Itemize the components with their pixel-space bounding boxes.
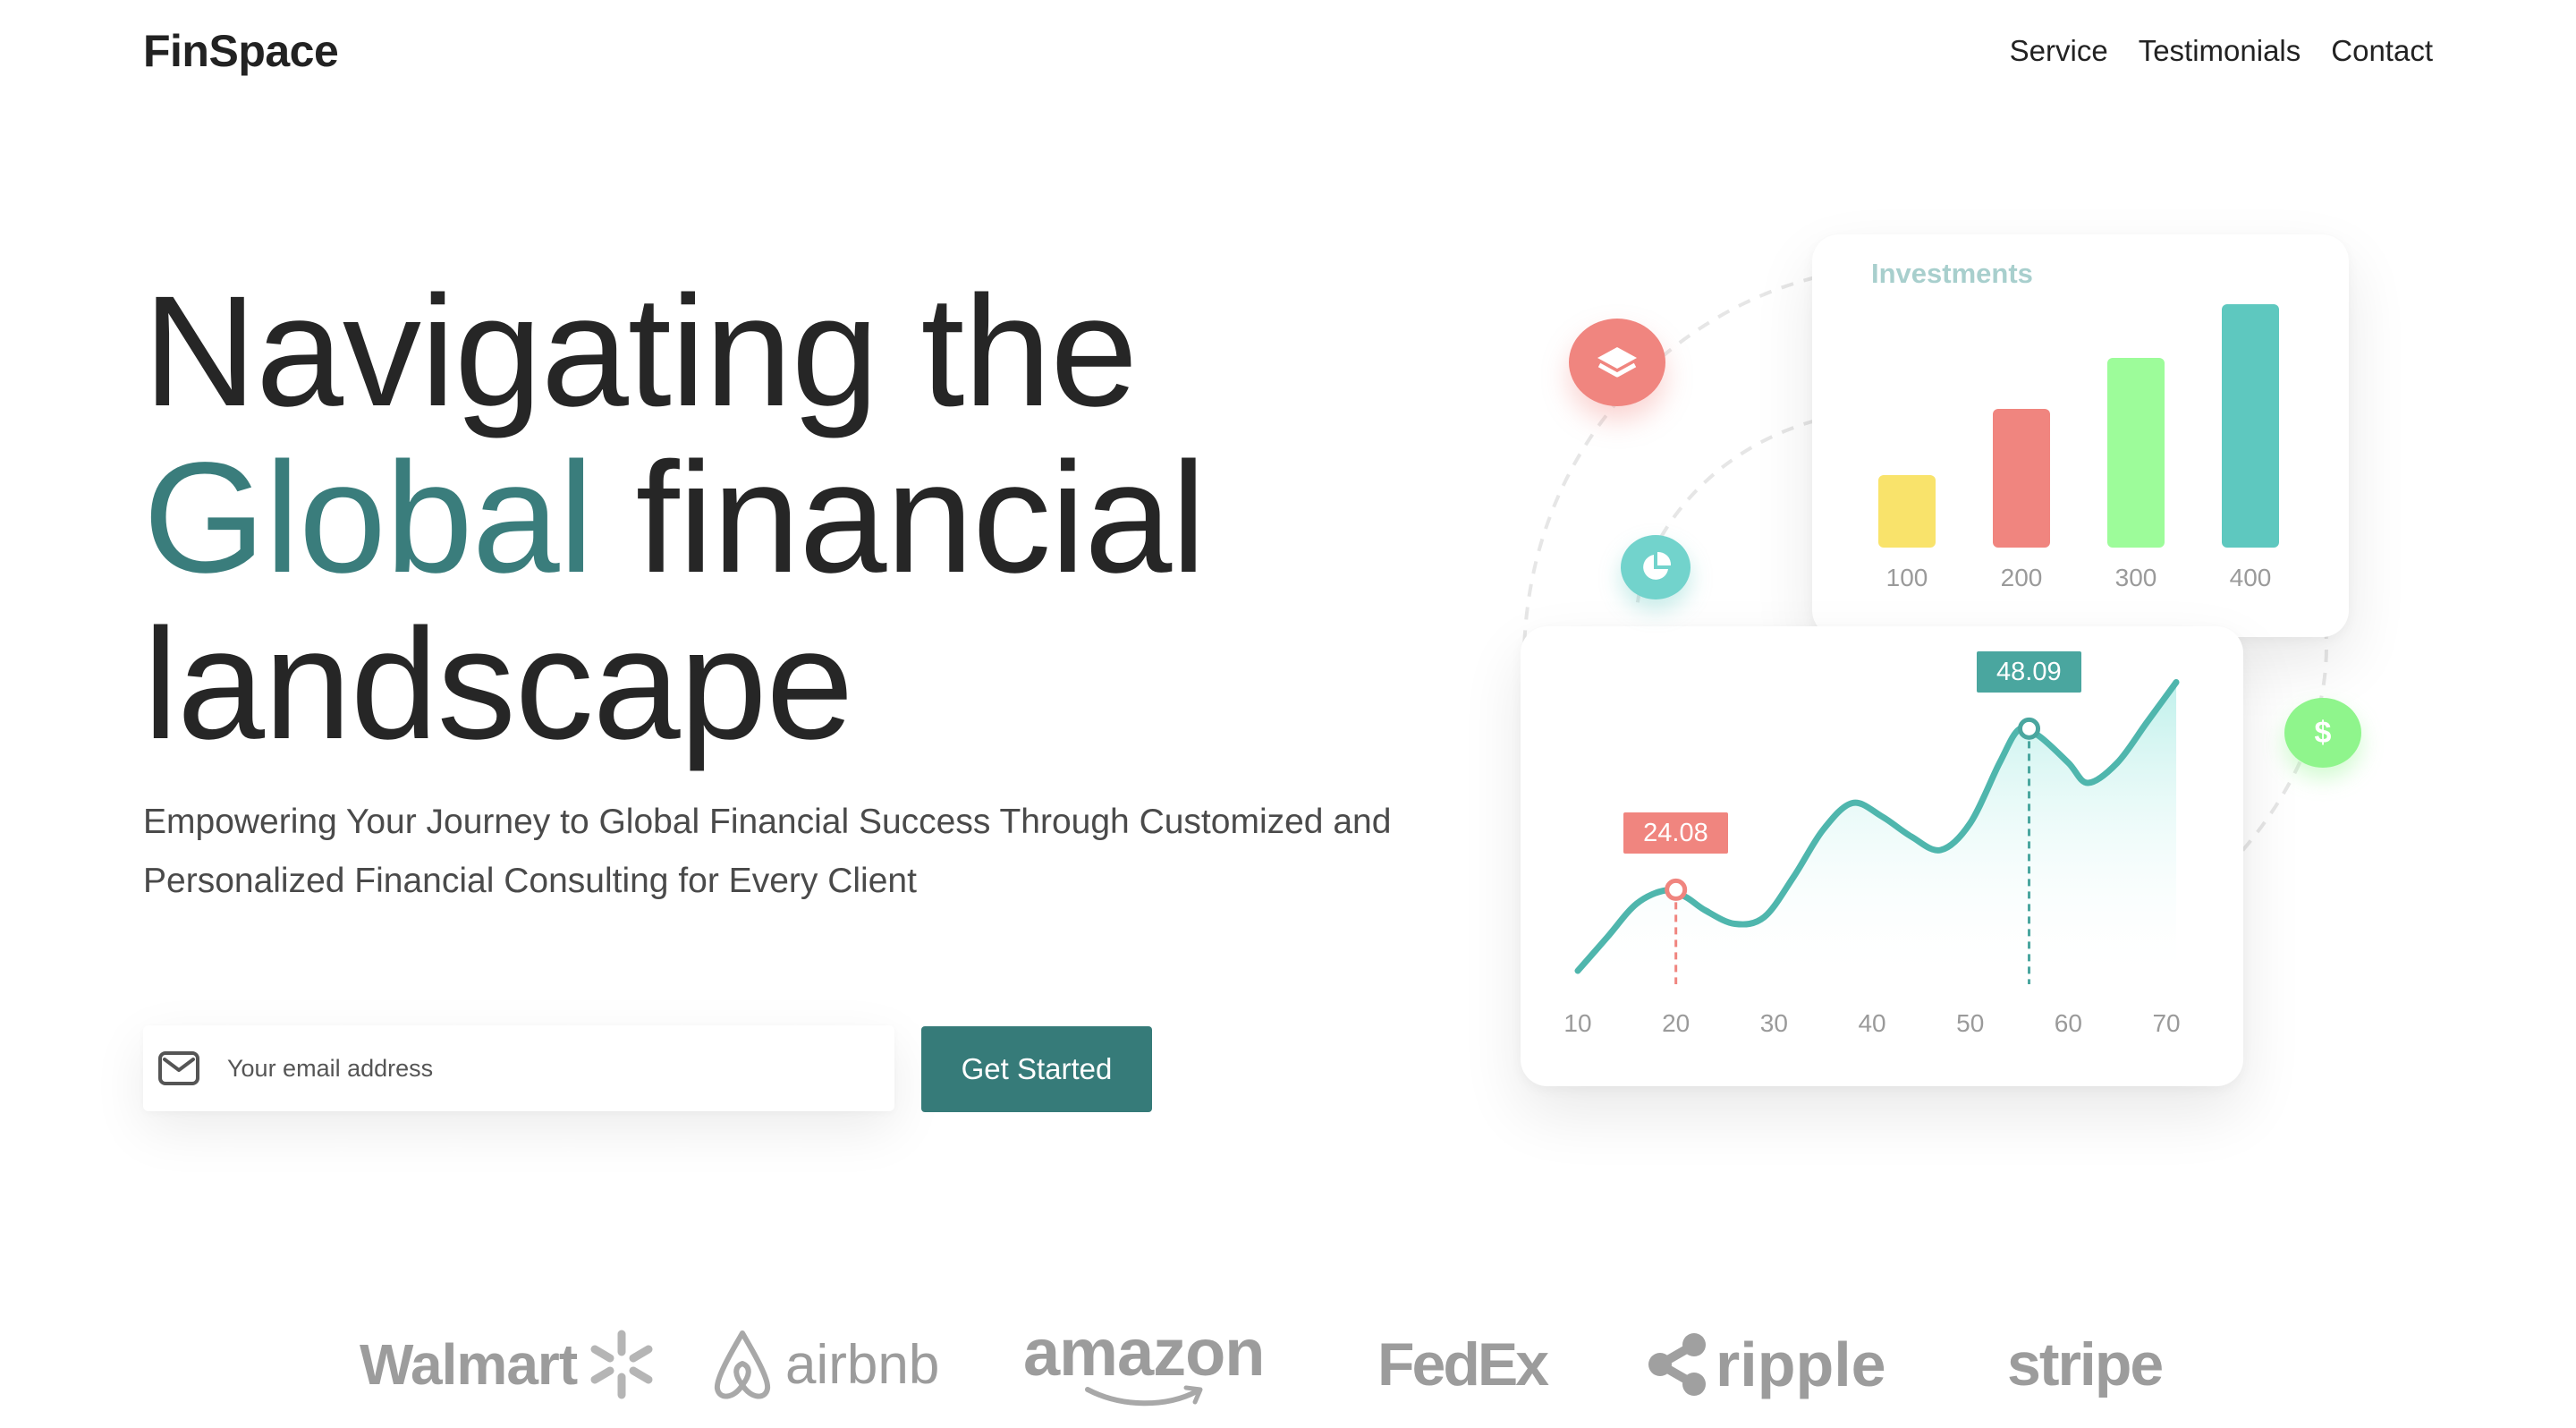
fedex-logo: FedEx (1377, 1330, 1549, 1398)
annotation-tag-2: 48.09 (1977, 651, 2081, 693)
hero-line-1: Navigating the (143, 264, 1138, 439)
x-tick-60: 60 (2054, 1009, 2082, 1037)
bar-label-100: 100 (1885, 564, 1928, 591)
email-form (143, 1025, 894, 1111)
hero-title: Navigating the Global financial landscap… (143, 268, 1207, 768)
layers-icon (1597, 347, 1637, 378)
bar-300 (2107, 357, 2165, 548)
partner-logos: Walmart airbnb amazon FedEx ripple strip… (0, 1315, 2576, 1414)
nav-contact[interactable]: Contact (2331, 34, 2433, 68)
bar-label-200: 200 (2000, 564, 2043, 591)
amazon-smile-icon (1084, 1385, 1203, 1407)
landing-page: FinSpace Service Testimonials Contact Na… (0, 0, 2576, 1428)
hero-line-3: landscape (143, 597, 853, 772)
bar-400 (2222, 303, 2279, 548)
investments-card: Investments 100 200 300 400 (1812, 234, 2349, 637)
layers-bubble (1569, 319, 1665, 406)
airbnb-logo: airbnb (708, 1315, 939, 1414)
stripe-logo: stripe (2007, 1330, 2164, 1398)
airbnb-belo-icon (714, 1330, 771, 1399)
hero-subtitle: Empowering Your Journey to Global Financ… (143, 803, 1392, 900)
annotation-tag-1: 24.08 (1623, 812, 1728, 854)
x-tick-40: 40 (1858, 1009, 1886, 1037)
x-tick-20: 20 (1662, 1009, 1690, 1037)
bar-label-300: 300 (2114, 564, 2157, 591)
walmart-logo: Walmart (360, 1315, 657, 1414)
get-started-button[interactable]: Get Started (921, 1026, 1152, 1112)
annotation-point-2 (2018, 717, 2041, 740)
x-tick-50: 50 (1956, 1009, 1985, 1037)
hero-accent-word: Global (143, 430, 594, 606)
ripple-mark-icon (1648, 1333, 1706, 1396)
top-nav: Service Testimonials Contact (2010, 34, 2433, 68)
pie-bubble (1621, 535, 1690, 599)
bar-label-400: 400 (2229, 564, 2272, 591)
x-tick-70: 70 (2152, 1009, 2181, 1037)
x-tick-30: 30 (1759, 1009, 1788, 1037)
ripple-logo: ripple (1644, 1315, 1886, 1414)
email-input[interactable] (227, 1054, 871, 1083)
walmart-spark-icon (590, 1330, 653, 1399)
brand-logo[interactable]: FinSpace (143, 25, 339, 77)
growth-chart-card: 24.08 48.09 10 20 30 40 50 60 70 (1521, 626, 2243, 1086)
bar-200 (1993, 409, 2050, 548)
mail-icon (158, 1051, 199, 1085)
dollar-icon: $ (2314, 715, 2332, 750)
dollar-bubble: $ (2284, 698, 2361, 768)
nav-testimonials[interactable]: Testimonials (2139, 34, 2301, 68)
hero-line-2-rest: financial (592, 430, 1207, 606)
annotation-point-1 (1665, 878, 1688, 901)
nav-service[interactable]: Service (2010, 34, 2108, 68)
bar-100 (1878, 475, 1936, 548)
x-tick-10: 10 (1563, 1009, 1592, 1037)
investments-title: Investments (1871, 258, 2033, 289)
pie-chart-icon (1643, 551, 1672, 580)
amazon-logo: amazon (1023, 1315, 1266, 1414)
